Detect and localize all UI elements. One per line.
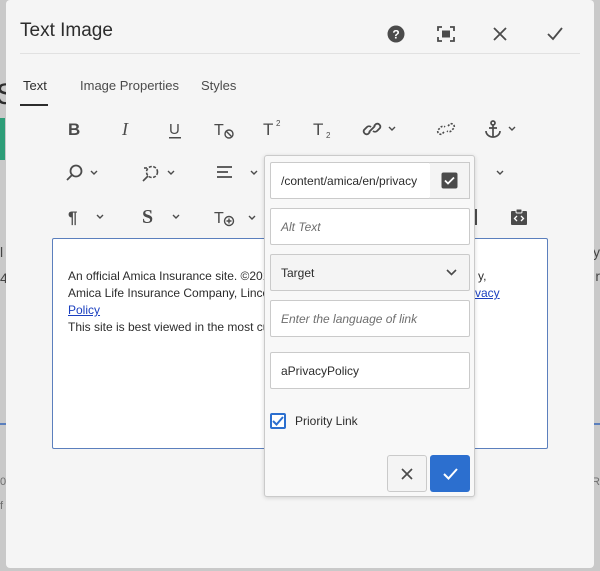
svg-text:T: T <box>214 122 224 139</box>
clear-format-icon[interactable]: T <box>214 120 236 140</box>
path-browser-button[interactable] <box>430 162 470 199</box>
alt-text-input[interactable]: Alt Text <box>270 208 470 245</box>
find-icon[interactable] <box>66 164 98 182</box>
svg-text:U: U <box>169 121 180 138</box>
dialog-title: Text Image <box>20 20 113 41</box>
svg-text:T: T <box>214 210 224 227</box>
link-path-input[interactable]: /content/amica/en/privacy <box>270 162 431 199</box>
link-popover: /content/amica/en/privacy Alt Text Targe… <box>264 155 475 497</box>
insert-text-icon[interactable]: T <box>214 208 256 228</box>
paragraph-icon[interactable]: ¶ <box>68 208 104 226</box>
apply-link-button[interactable] <box>430 455 470 492</box>
background-page-fragment: l <box>0 244 4 260</box>
link-id-input[interactable]: aPrivacyPolicy <box>270 352 470 389</box>
priority-link-label: Priority Link <box>295 414 358 428</box>
checkmark-icon <box>442 467 458 480</box>
fullscreen-icon[interactable] <box>434 22 458 46</box>
tab-styles[interactable]: Styles <box>201 78 236 93</box>
bold-icon[interactable]: B <box>68 120 84 138</box>
editor-link-fragment[interactable]: vacy <box>475 285 500 302</box>
svg-text:T: T <box>313 120 323 139</box>
svg-text:2: 2 <box>326 131 331 140</box>
link-language-input[interactable]: Enter the language of link <box>270 300 470 337</box>
close-icon <box>401 467 413 480</box>
link-icon[interactable] <box>362 121 396 137</box>
editor-line: An official Amica Insurance site. ©201 <box>68 269 270 283</box>
editor-line: Amica Life Insurance Company, Linco <box>68 286 270 300</box>
svg-text:B: B <box>68 120 80 138</box>
help-icon[interactable]: ? <box>384 22 408 46</box>
align-icon[interactable] <box>216 165 258 180</box>
background-page-fragment: f <box>0 500 4 512</box>
close-icon[interactable] <box>488 22 512 46</box>
background-divider <box>594 423 600 425</box>
background-page-fragment: y <box>593 244 600 260</box>
target-select-label: Target <box>281 265 315 280</box>
find-replace-icon[interactable] <box>141 164 175 182</box>
privacy-policy-link[interactable]: vacy <box>475 286 500 300</box>
svg-text:¶: ¶ <box>68 208 77 226</box>
source-edit-icon[interactable] <box>510 208 528 226</box>
unlink-icon[interactable] <box>436 121 456 137</box>
styles-icon[interactable]: S <box>142 207 180 227</box>
chevron-down-icon <box>446 269 457 276</box>
svg-text:?: ? <box>392 28 399 42</box>
editor-link-line[interactable]: Policy <box>68 302 100 319</box>
anchor-icon[interactable] <box>484 120 516 138</box>
background-green-accent <box>0 118 5 160</box>
subscript-icon[interactable]: T2 <box>313 120 335 140</box>
svg-text:S: S <box>142 207 153 227</box>
svg-text:T: T <box>263 120 273 138</box>
svg-text:2: 2 <box>276 119 281 128</box>
superscript-icon[interactable]: T2 <box>263 118 285 138</box>
editor-line-fragment: y, <box>478 269 487 283</box>
background-page-fragment: r <box>595 268 600 284</box>
target-select[interactable]: Target <box>270 254 470 291</box>
underline-icon[interactable]: U <box>168 120 184 140</box>
privacy-policy-link[interactable]: Policy <box>68 303 100 317</box>
checkbox-checked-icon[interactable] <box>270 413 286 429</box>
priority-link-checkbox[interactable]: Priority Link <box>270 413 358 429</box>
done-icon[interactable] <box>543 22 567 46</box>
checkbox-select-icon <box>441 172 458 189</box>
tab-text[interactable]: Text <box>23 78 47 93</box>
toolbar-caret-icon[interactable] <box>496 170 504 176</box>
active-tab-indicator <box>20 104 48 106</box>
editor-line: This site is best viewed in the most cu <box>68 320 270 334</box>
text-image-dialog: Text Image ? Text Image Properties Style… <box>6 0 594 568</box>
tab-image-properties[interactable]: Image Properties <box>80 78 179 93</box>
cancel-link-button[interactable] <box>387 455 427 492</box>
dialog-header: Text Image ? <box>20 14 580 54</box>
svg-text:I: I <box>121 120 129 138</box>
italic-icon[interactable]: I <box>120 120 134 138</box>
